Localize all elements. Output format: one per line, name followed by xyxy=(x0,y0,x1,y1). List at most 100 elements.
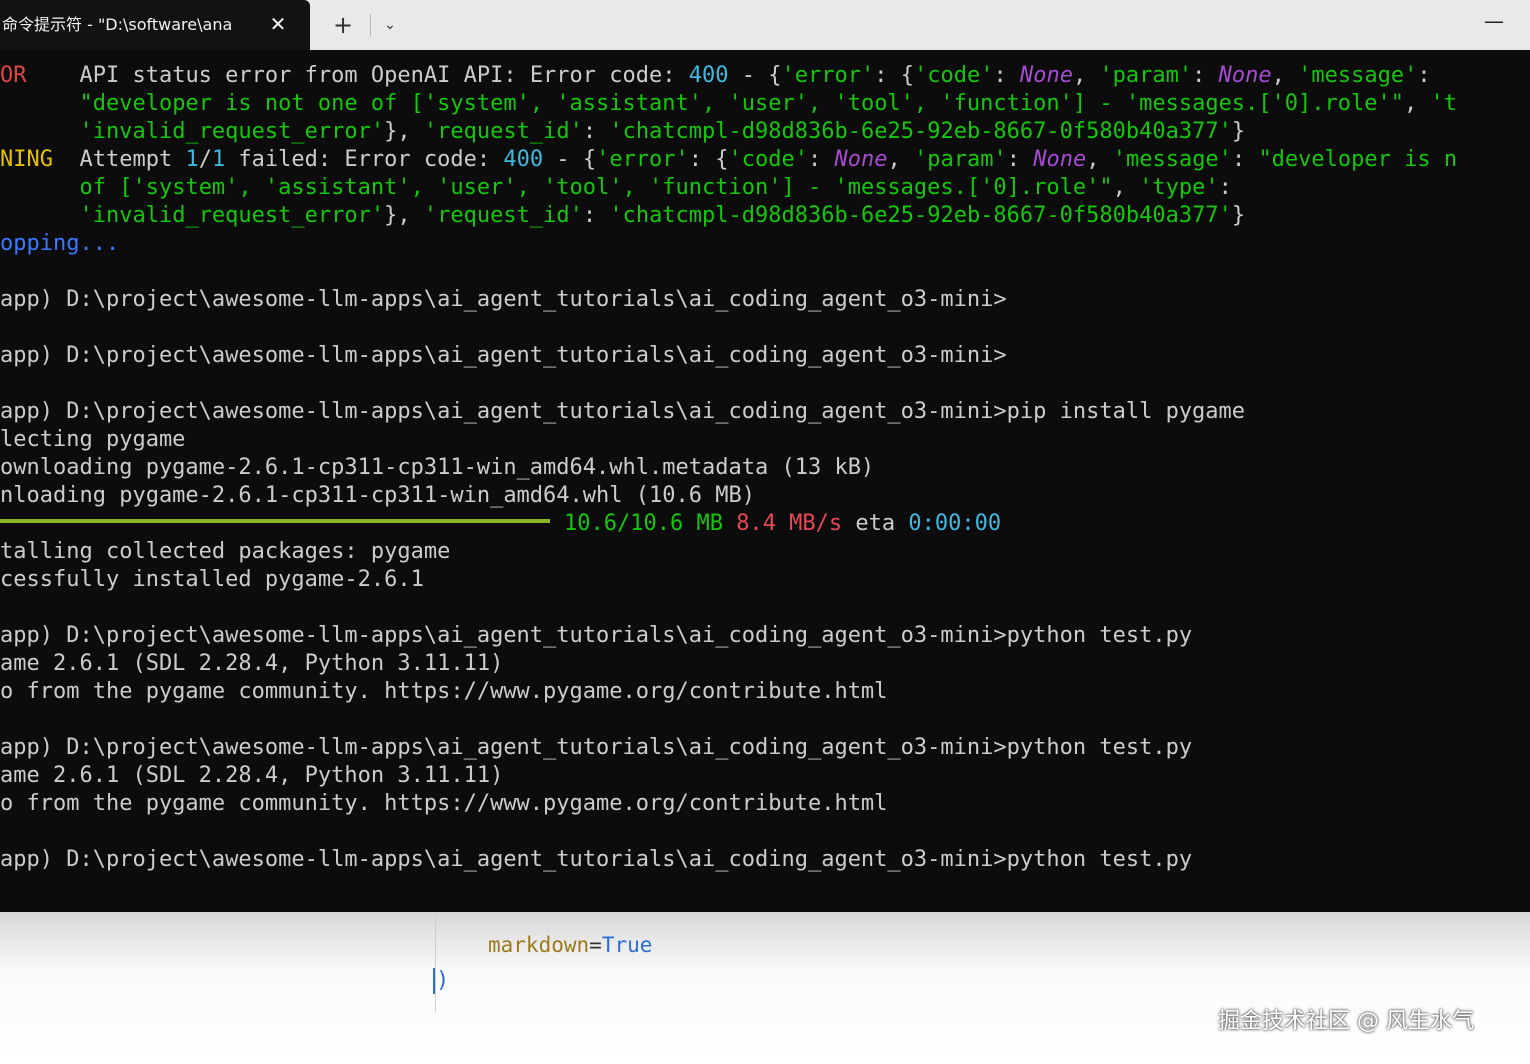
terminal-text-segment: } xyxy=(1231,203,1246,228)
terminal-text-segment: - { xyxy=(728,63,782,88)
terminal-text-segment: app) D:\project\awesome-llm-apps\ai_agen… xyxy=(0,399,1246,424)
terminal-text-segment: 'message' xyxy=(1112,147,1232,172)
terminal-text-segment: o from the pygame community. https://www… xyxy=(0,791,888,816)
terminal-text-segment: talling collected packages: pygame xyxy=(0,539,451,564)
terminal-text-segment: : xyxy=(582,119,610,144)
terminal-text-segment: opping... xyxy=(0,231,120,256)
terminal-line: nloading pygame-2.6.1-cp311-cp311-win_am… xyxy=(0,482,1530,510)
terminal-text-segment: : xyxy=(1192,63,1219,88)
terminal-line: ownloading pygame-2.6.1-cp311-cp311-win_… xyxy=(0,454,1530,482)
terminal-text-segment: 'invalid_request_error' xyxy=(79,119,385,144)
terminal-text-segment: eta xyxy=(842,511,909,536)
terminal-text-segment: app) D:\project\awesome-llm-apps\ai_agen… xyxy=(0,623,1193,648)
terminal-line: app) D:\project\awesome-llm-apps\ai_agen… xyxy=(0,734,1530,762)
terminal-text-segment: 'request_id' xyxy=(423,203,583,228)
terminal-text-segment: lecting pygame xyxy=(0,427,186,452)
terminal-text-segment: app) D:\project\awesome-llm-apps\ai_agen… xyxy=(0,735,1193,760)
terminal-text-segment: : { xyxy=(688,147,729,172)
terminal-text-segment: None xyxy=(1033,147,1087,172)
tab-title: 命令提示符 - "D:\software\ana xyxy=(2,15,233,34)
terminal-line: app) D:\project\awesome-llm-apps\ai_agen… xyxy=(0,286,1530,314)
terminal-text-segment: ownloading pygame-2.6.1-cp311-cp311-win_… xyxy=(0,455,875,480)
terminal-line: opping... xyxy=(0,230,1530,258)
terminal-lines: OR API status error from OpenAI API: Err… xyxy=(0,62,1530,874)
terminal-line: app) D:\project\awesome-llm-apps\ai_agen… xyxy=(0,846,1530,874)
terminal-text-segment: o from the pygame community. https://www… xyxy=(0,679,888,704)
terminal-line: OR API status error from OpenAI API: Err… xyxy=(0,62,1530,90)
terminal-text-segment: / xyxy=(198,147,212,172)
terminal-text-segment: , xyxy=(1112,175,1140,200)
terminal-text-segment: None xyxy=(834,147,888,172)
terminal-text-segment: : xyxy=(1417,63,1431,88)
terminal-text-segment: 't xyxy=(1430,91,1458,116)
terminal-text-segment: 10.6/10.6 MB xyxy=(564,511,723,536)
terminal-text-segment: , xyxy=(887,147,915,172)
editor-indent-guide xyxy=(435,912,436,1012)
terminal-text-segment: : xyxy=(582,203,610,228)
terminal-line: o from the pygame community. https://www… xyxy=(0,790,1530,818)
terminal-text-segment: , xyxy=(1271,63,1299,88)
terminal-text-segment: 1 xyxy=(185,147,199,172)
close-icon[interactable]: ✕ xyxy=(266,12,290,36)
terminal-text-segment: - { xyxy=(543,147,597,172)
terminal-text-segment: 400 xyxy=(688,63,729,88)
code-closing-paren: ) xyxy=(433,968,449,994)
terminal-text-segment: app) D:\project\awesome-llm-apps\ai_agen… xyxy=(0,343,1007,368)
terminal-text-segment: 'type' xyxy=(1139,175,1219,200)
terminal-line: talling collected packages: pygame xyxy=(0,538,1530,566)
terminal-text-segment: None xyxy=(1019,63,1073,88)
terminal-line: ame 2.6.1 (SDL 2.28.4, Python 3.11.11) xyxy=(0,650,1530,678)
terminal-line: 'invalid_request_error'}, 'request_id': … xyxy=(0,118,1530,146)
terminal-text-segment: }, xyxy=(384,203,424,228)
terminal-text-segment: , xyxy=(1404,91,1431,116)
terminal-line: of ['system', 'assistant', 'user', 'tool… xyxy=(0,174,1530,202)
terminal-text-segment: 400 xyxy=(503,147,544,172)
terminal-text-segment: "developer is n xyxy=(1258,147,1458,172)
editor-code-line: markdown=True xyxy=(488,932,652,958)
code-param-value: True xyxy=(601,933,653,957)
toolbar-divider xyxy=(370,14,371,36)
terminal-text-segment: nloading pygame-2.6.1-cp311-cp311-win_am… xyxy=(0,483,755,508)
code-param-name: markdown xyxy=(488,933,590,957)
terminal-line: lecting pygame xyxy=(0,426,1530,454)
code-equals: = xyxy=(589,933,602,957)
terminal-text-segment: 'code' xyxy=(913,63,994,88)
terminal-output[interactable]: OR API status error from OpenAI API: Err… xyxy=(0,50,1530,912)
terminal-text-segment: 'request_id' xyxy=(423,119,583,144)
terminal-text-segment: 1 xyxy=(211,147,226,172)
terminal-text-segment: : xyxy=(1231,147,1259,172)
terminal-text-segment: API status error from OpenAI API: Error … xyxy=(26,63,689,88)
terminal-text-segment: : xyxy=(1218,175,1232,200)
terminal-text-segment: 'param' xyxy=(1099,63,1193,88)
tab-command-prompt[interactable]: 命令提示符 - "D:\software\ana ✕ xyxy=(0,0,310,50)
terminal-text-segment: 'param' xyxy=(914,147,1007,172)
terminal-text-segment: OR xyxy=(0,63,27,88)
terminal-text-segment: 'code' xyxy=(728,147,809,172)
terminal-text-segment: Attempt xyxy=(52,147,186,172)
terminal-text-segment: }, xyxy=(384,119,424,144)
terminal-line: "developer is not one of ['system', 'ass… xyxy=(0,90,1530,118)
terminal-line: app) D:\project\awesome-llm-apps\ai_agen… xyxy=(0,342,1530,370)
chevron-down-icon[interactable]: ⌄ xyxy=(376,10,404,40)
terminal-line: cessfully installed pygame-2.6.1 xyxy=(0,566,1530,594)
download-progress-bar xyxy=(0,519,550,523)
terminal-text-segment: : xyxy=(993,63,1020,88)
terminal-text-segment: 'error' xyxy=(781,63,875,88)
terminal-text-segment: : xyxy=(808,147,835,172)
terminal-text-segment: ame 2.6.1 (SDL 2.28.4, Python 3.11.11) xyxy=(0,651,504,676)
terminal-text-segment: 'invalid_request_error' xyxy=(79,203,385,228)
terminal-text-segment: 'chatcmpl-d98d836b-6e25-92eb-8667-0f580b… xyxy=(609,119,1232,144)
minimize-button[interactable]: — xyxy=(1476,6,1512,36)
terminal-text-segment: 'chatcmpl-d98d836b-6e25-92eb-8667-0f580b… xyxy=(609,203,1232,228)
terminal-text-segment: app) D:\project\awesome-llm-apps\ai_agen… xyxy=(0,287,1007,312)
terminal-text-segment: app) D:\project\awesome-llm-apps\ai_agen… xyxy=(0,847,1193,872)
terminal-text-segment: , xyxy=(1086,147,1113,172)
new-tab-button[interactable]: + xyxy=(328,10,358,40)
terminal-text-segment: 8.4 MB/s xyxy=(736,511,843,536)
